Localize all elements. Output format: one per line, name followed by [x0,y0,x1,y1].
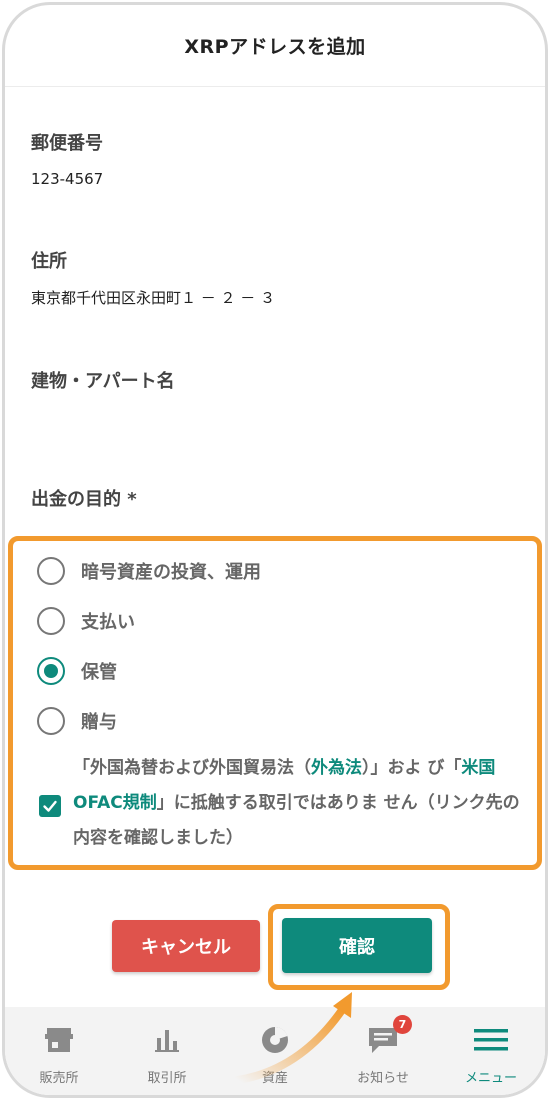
bottom-tab-bar: 販売所 取引所 資産 7 お知らせ メニュー [5,1007,545,1095]
consent-checkbox[interactable] [39,795,61,817]
address-label: 住所 [31,251,67,272]
cancel-button[interactable]: キャンセル [112,920,260,972]
foreign-exchange-act-link[interactable]: 外為法 [311,758,362,778]
address-value[interactable]: 東京都千代田区永田町１ － ２ － ３ [31,287,275,308]
purpose-option-label: 保管 [81,662,117,683]
tab-menu[interactable]: メニュー [437,1007,545,1095]
shop-icon [42,1023,76,1057]
pie-chart-icon [258,1023,292,1057]
radio-button[interactable] [37,557,65,585]
tab-label: お知らせ [357,1071,409,1086]
consent-text-part: 「外国為替および外国貿易法（ [73,758,311,778]
radio-button[interactable] [37,707,65,735]
menu-icon [474,1023,508,1057]
purpose-options-highlight: 暗号資産の投資、運用 支払い 保管 贈与 「外国為替および外国貿易法（外為法）」… [8,536,542,870]
tab-label: 資産 [261,1071,288,1086]
postal-code-label: 郵便番号 [31,133,103,154]
tab-label: 販売所 [39,1071,79,1086]
building-label: 建物・アパート名 [31,371,175,392]
purpose-option-label: 暗号資産の投資、運用 [81,562,261,583]
header: XRPアドレスを追加 [5,5,545,87]
bar-chart-icon [150,1023,184,1057]
radio-button[interactable] [37,607,65,635]
radio-button-selected[interactable] [37,657,65,685]
purpose-option-label: 支払い [81,612,135,633]
confirm-button[interactable]: 確認 [282,918,432,973]
purpose-label: 出金の目的 * [31,489,137,510]
notification-badge: 7 [393,1015,412,1034]
purpose-option-label: 贈与 [81,712,117,733]
check-icon [43,800,57,812]
page-title: XRPアドレスを追加 [184,36,366,58]
tab-label: メニュー [464,1071,517,1086]
purpose-option-storage[interactable]: 保管 [37,657,117,685]
purpose-option-investment[interactable]: 暗号資産の投資、運用 [37,557,261,585]
tab-exchange[interactable]: 取引所 [113,1007,221,1095]
tab-news[interactable]: 7 お知らせ [329,1007,437,1095]
consent-text-part: ）」およ び「 [362,758,462,778]
tab-shop[interactable]: 販売所 [5,1007,113,1095]
building-value[interactable] [31,407,511,431]
purpose-option-gift[interactable]: 贈与 [37,707,117,735]
postal-code-value[interactable]: 123-4567 [31,170,103,188]
tab-label: 取引所 [147,1071,187,1086]
consent-text: 「外国為替および外国貿易法（外為法）」およ び「米国OFAC規制」に抵触する取引… [73,751,533,856]
tab-assets[interactable]: 資産 [221,1007,329,1095]
purpose-option-payment[interactable]: 支払い [37,607,135,635]
